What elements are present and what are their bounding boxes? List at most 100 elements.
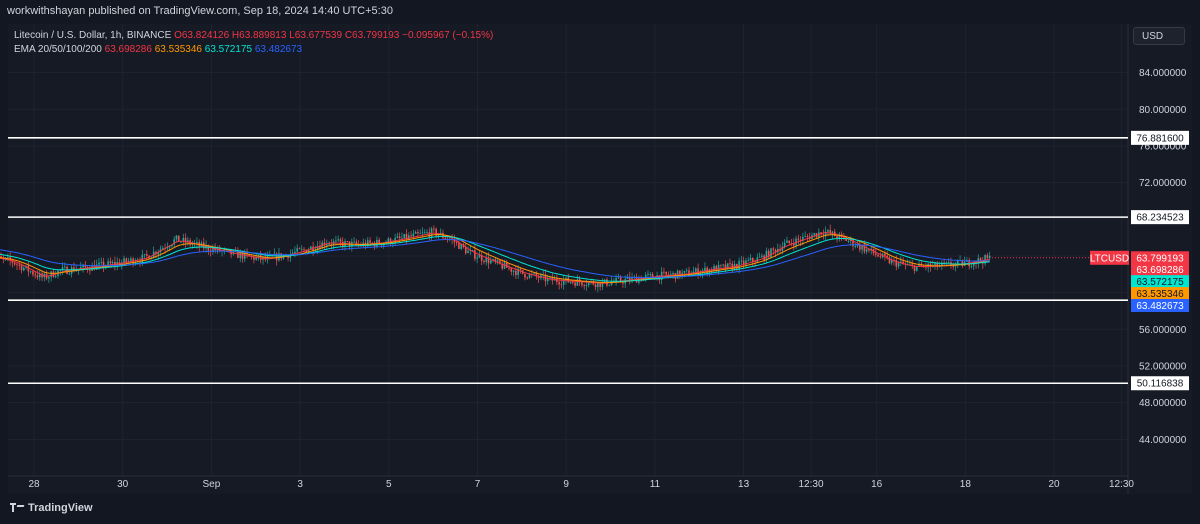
candle-body [337,239,339,241]
level-price-label: 76.881600 [1136,133,1184,144]
candle-body [298,248,301,250]
y-tick-label: 52.000000 [1139,361,1187,372]
x-tick-label: 9 [563,479,569,490]
candle-body [704,267,706,271]
candle-body [328,243,330,245]
candle-body [720,264,722,266]
tradingview-logo-icon [10,503,25,513]
y-tick-label: 56.000000 [1139,325,1187,336]
symbol-label[interactable]: Litecoin / U.S. Dollar, 1h, BINANCE [14,30,171,41]
candle-body [369,240,371,243]
candle-body [146,254,148,256]
candle-body [175,235,178,240]
tradingview-brand[interactable]: TradingView [10,502,93,514]
ema-price-label: 63.482673 [1136,301,1184,312]
candle-body [483,260,485,263]
candle-body [722,264,724,266]
candle-body [560,284,563,286]
candle-body [353,241,355,243]
candle-body [569,282,572,283]
candle-body [558,282,560,285]
ema20-value: 63.698286 [104,44,152,55]
ema200-value: 63.482673 [254,44,303,55]
candle-body [797,238,800,240]
candle-body [54,276,57,278]
candle-body [988,255,991,259]
candle-body [751,258,754,262]
candle-body [490,260,492,264]
candle-body [20,264,23,271]
brand-name: TradingView [28,502,93,514]
ema-price-label: 63.572175 [1136,277,1184,288]
price-chart-svg[interactable]: 84.00000080.00000076.00000072.00000068.0… [0,0,1200,524]
close-value: C63.799193 [344,30,400,41]
ema-legend-row: EMA 20/50/100/200 63.698286 63.535346 63… [14,43,493,57]
candle-body [524,273,526,278]
y-tick-label: 72.000000 [1139,178,1187,189]
ema-label[interactable]: EMA 20/50/100/200 [14,44,102,55]
candle-body [512,270,515,272]
level-price-label: 50.116838 [1137,379,1184,390]
candle-body [761,255,763,257]
candle-body [474,250,476,259]
candle-body [36,275,39,278]
candle-body [947,262,950,263]
candle-body [986,255,989,259]
ticker-label: LTCUSD [1090,253,1129,264]
candle-body [401,237,403,239]
candle-body [786,240,788,243]
candle-body [196,242,198,244]
candle-body [339,239,342,242]
candle-body [476,257,478,259]
candle-body [572,282,574,283]
candle-body [403,234,406,238]
candle-body [417,232,419,234]
candle-body [770,248,772,258]
candle-body [695,268,697,272]
candle-body [877,254,879,257]
candle-body [48,276,50,279]
candle-body [23,267,25,271]
candle-body [458,242,460,249]
candle-body [884,253,886,256]
candle-body [608,284,611,286]
candle-body [346,241,349,243]
candle-body [617,277,620,279]
candle-body [562,280,565,285]
candle-body [683,270,686,273]
candle-body [34,274,37,276]
x-tick-label: 18 [960,479,972,490]
candle-body [772,248,775,250]
y-tick-label: 44.000000 [1139,435,1187,446]
candle-body [444,237,447,239]
candle-body [970,266,973,267]
candle-body [806,236,809,237]
candle-body [945,262,948,264]
candle-body [419,233,421,235]
candle-body [647,274,649,276]
candle-body [822,234,825,236]
candle-body [426,232,428,234]
candle-body [758,256,761,258]
candle-body [672,273,674,275]
chart-legend: Litecoin / U.S. Dollar, 1h, BINANCE O63.… [14,29,493,57]
candle-body [827,229,829,232]
candle-body [740,260,743,262]
candle-body [813,233,816,236]
candle-body [16,264,18,266]
candle-body [98,262,100,265]
candle-body [423,232,426,234]
candle-body [749,258,752,261]
candle-body [29,271,32,273]
high-value: H63.889813 [231,30,287,41]
candle-body [574,282,576,286]
x-tick-label: 11 [650,479,661,490]
level-price-label: 68.234523 [1136,213,1184,224]
candle-body [421,232,424,234]
candle-body [125,258,128,263]
x-tick-label: 5 [386,479,392,490]
currency-button[interactable]: USD [1133,27,1185,45]
y-tick-label: 48.000000 [1139,398,1187,409]
x-tick-label: Sep [203,479,221,490]
candle-body [111,262,114,264]
